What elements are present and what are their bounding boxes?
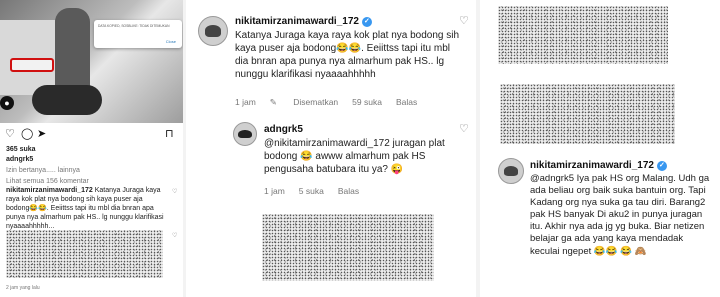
pinned-label: Disematkan — [293, 97, 339, 107]
reply-username[interactable]: nikitamirzanimawardi_172 ✓ — [530, 160, 667, 171]
reply-text: @nikitamirzanimawardi_172 juragan plat b… — [264, 138, 445, 175]
verified-icon: ✓ — [361, 17, 372, 27]
pixelated-comment — [498, 6, 668, 64]
heart-icon[interactable]: ♡ — [459, 122, 469, 135]
reply-time: 1 jam — [264, 186, 285, 196]
share-icon[interactable]: ➤ — [37, 128, 46, 140]
pixelated-comment — [500, 84, 675, 144]
heart-icon[interactable]: ♡ — [5, 128, 15, 140]
comment-like-icon[interactable]: ♡ — [172, 188, 177, 195]
avatar[interactable] — [233, 122, 257, 146]
motorbike-image — [32, 85, 102, 115]
reply-panel: nikitamirzanimawardi_172 ✓ @adngrk5 Iya p… — [480, 0, 720, 297]
reply-username[interactable]: adngrk5 — [264, 124, 303, 135]
reply-meta: 1 jam 5 suka Balas — [264, 186, 373, 196]
post-timestamp: 2 jam yang lalu — [6, 285, 40, 291]
post-actions: ♡ ◯ ➤ ⊓ — [5, 128, 178, 142]
pixelated-comment — [262, 214, 434, 281]
comments-panel: nikitamirzanimawardi_172 ✓ Katanya Juraga… — [186, 0, 476, 297]
pin-icon: ✎ — [269, 97, 280, 107]
comment-time: 1 jam — [235, 97, 256, 107]
bookmark-icon[interactable]: ⊓ — [165, 128, 174, 140]
comment-likes[interactable]: 59 suka — [352, 97, 382, 107]
avatar[interactable] — [198, 16, 228, 46]
view-comments-link[interactable]: Lihat semua 156 komentar — [6, 178, 89, 185]
alert-dialog: DATA KOPIED, SOSBLIKE: TIDAK DITEMUKAN C… — [94, 20, 182, 48]
pixelated-comment — [6, 230, 163, 278]
reply-text: @adngrk5 Iya pak HS org Malang. Udh ga a… — [530, 173, 710, 257]
preview-comment: nikitamirzanimawardi_172 Katanya Juraga … — [6, 187, 166, 232]
comment-username[interactable]: nikitamirzanimawardi_172 — [6, 187, 93, 194]
caption-preview: Izin bertanya..... lainnya — [6, 167, 80, 174]
reply-button[interactable]: Balas — [338, 186, 359, 196]
post-panel: ● DATA KOPIED, SOSBLIKE: TIDAK DITEMUKAN… — [0, 0, 183, 297]
dialog-close-button[interactable]: Close — [166, 39, 176, 44]
reply-likes[interactable]: 5 suka — [299, 186, 324, 196]
post-photo[interactable]: ● DATA KOPIED, SOSBLIKE: TIDAK DITEMUKAN… — [0, 0, 183, 123]
post-author[interactable]: adngrk5 — [6, 156, 33, 163]
caption-text: Izin bertanya..... — [6, 167, 56, 174]
likes-count[interactable]: 365 suka — [6, 146, 36, 153]
comment-text: Katanya Juraga kaya raya kok plat nya bo… — [235, 30, 460, 80]
tag-user-icon[interactable]: ● — [0, 96, 14, 110]
comment-like-icon-2[interactable]: ♡ — [172, 232, 177, 239]
reply-button[interactable]: Balas — [396, 97, 417, 107]
verified-icon: ✓ — [656, 161, 667, 171]
avatar[interactable] — [498, 158, 524, 184]
dialog-message: DATA KOPIED, SOSBLIKE: TIDAK DITEMUKAN — [98, 24, 170, 28]
license-plate-highlight — [10, 58, 54, 72]
comment-meta: 1 jam ✎ Disematkan 59 suka Balas — [235, 97, 431, 108]
heart-icon[interactable]: ♡ — [459, 14, 469, 27]
comment-icon[interactable]: ◯ — [21, 128, 33, 140]
comment-username[interactable]: nikitamirzanimawardi_172 ✓ — [235, 16, 372, 27]
caption-more-link[interactable]: lainnya — [58, 167, 80, 174]
